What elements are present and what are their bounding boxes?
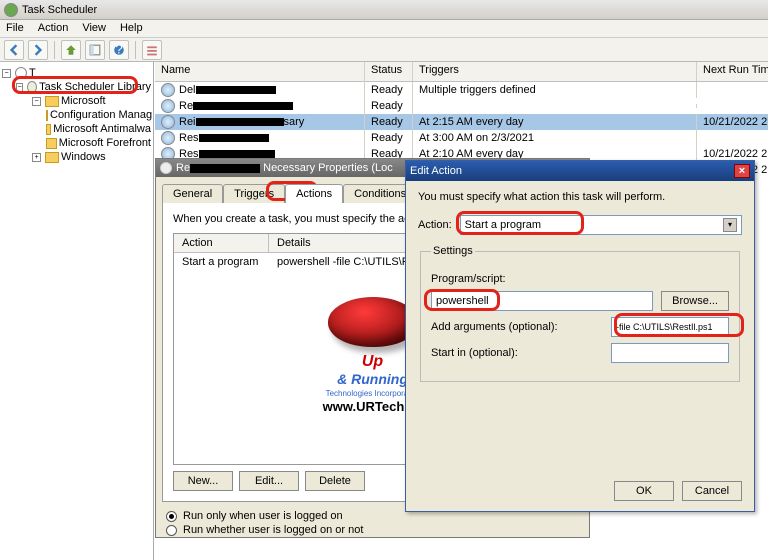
- tree-root[interactable]: − T: [2, 66, 151, 80]
- browse-button[interactable]: Browse...: [661, 291, 729, 311]
- action-combo[interactable]: Start a program▾: [460, 215, 742, 235]
- ok-button[interactable]: OK: [614, 481, 674, 501]
- folder-icon: [46, 110, 48, 121]
- startin-input[interactable]: [611, 343, 729, 363]
- folder-icon: [46, 138, 57, 149]
- task-icon: [161, 83, 175, 97]
- tab-triggers[interactable]: Triggers: [223, 184, 285, 203]
- program-input[interactable]: [431, 291, 653, 311]
- chevron-down-icon[interactable]: ▾: [723, 218, 737, 232]
- args-label: Add arguments (optional):: [431, 321, 558, 333]
- task-icon: [161, 115, 175, 129]
- radio-logged-on[interactable]: [166, 511, 177, 522]
- forward-button[interactable]: [28, 40, 48, 60]
- settings-group: Settings Program/script: Browse... Add a…: [420, 245, 740, 382]
- dialog-desc: You must specify what action this task w…: [418, 191, 665, 203]
- nav-tree[interactable]: − T − Task Scheduler Library − Microsoft …: [0, 62, 154, 560]
- task-icon: [160, 162, 172, 174]
- actions-col-action[interactable]: Action: [174, 234, 269, 252]
- menu-file[interactable]: File: [6, 22, 24, 35]
- menu-help[interactable]: Help: [120, 22, 143, 35]
- tree-library[interactable]: − Task Scheduler Library: [2, 80, 151, 94]
- edit-action-button[interactable]: Edit...: [239, 471, 299, 491]
- svg-text:?: ?: [115, 44, 122, 56]
- window-titlebar: Task Scheduler: [0, 0, 768, 20]
- program-label: Program/script:: [431, 273, 729, 285]
- grid-header: Name Status Triggers Next Run Time Las: [155, 62, 768, 82]
- new-action-button[interactable]: New...: [173, 471, 233, 491]
- col-name[interactable]: Name: [155, 62, 365, 81]
- col-status[interactable]: Status: [365, 62, 413, 81]
- folder-icon: [46, 124, 51, 135]
- col-nextrun[interactable]: Next Run Time: [697, 62, 768, 81]
- clock-icon: [15, 67, 27, 79]
- action-label: Action:: [418, 219, 452, 231]
- expand-icon[interactable]: −: [32, 97, 41, 106]
- tree-item[interactable]: +Windows: [2, 150, 151, 164]
- settings-legend: Settings: [431, 245, 475, 257]
- dialog-title: Edit Action: [410, 165, 462, 177]
- list-button[interactable]: [142, 40, 162, 60]
- menubar: File Action View Help: [0, 20, 768, 38]
- app-icon: [4, 3, 18, 17]
- col-triggers[interactable]: Triggers: [413, 62, 697, 81]
- task-icon: [161, 131, 175, 145]
- arguments-input[interactable]: [611, 317, 729, 337]
- delete-action-button[interactable]: Delete: [305, 471, 365, 491]
- menu-view[interactable]: View: [82, 22, 106, 35]
- tab-general[interactable]: General: [162, 184, 223, 203]
- help-button[interactable]: ?: [109, 40, 129, 60]
- close-button[interactable]: ×: [734, 164, 750, 178]
- tab-actions[interactable]: Actions: [285, 184, 343, 203]
- library-icon: [27, 81, 37, 93]
- mouse-icon: [328, 297, 418, 347]
- folder-icon: [45, 96, 59, 107]
- edit-action-dialog[interactable]: Edit Action × You must specify what acti…: [405, 160, 755, 512]
- up-button[interactable]: [61, 40, 81, 60]
- expand-icon[interactable]: −: [2, 69, 11, 78]
- toolbar: ?: [0, 38, 768, 62]
- panel-button[interactable]: [85, 40, 105, 60]
- startin-label: Start in (optional):: [431, 347, 518, 359]
- security-options: Run only when user is logged on Run whet…: [166, 510, 589, 536]
- menu-action[interactable]: Action: [38, 22, 69, 35]
- expand-icon[interactable]: −: [16, 83, 23, 92]
- window-title: Task Scheduler: [22, 4, 97, 16]
- tree-item[interactable]: −Microsoft: [2, 94, 151, 108]
- cancel-button[interactable]: Cancel: [682, 481, 742, 501]
- dialog-titlebar[interactable]: Edit Action ×: [406, 161, 754, 181]
- tree-item[interactable]: Microsoft Antimalwa: [2, 122, 151, 136]
- task-row[interactable]: Del ReadyMultiple triggers defined10/2: [155, 82, 768, 98]
- back-button[interactable]: [4, 40, 24, 60]
- task-row[interactable]: Res ReadyAt 3:00 AM on 2/3/20212/3: [155, 130, 768, 146]
- tree-item[interactable]: Microsoft Forefront: [2, 136, 151, 150]
- expand-icon[interactable]: +: [32, 153, 41, 162]
- task-icon: [161, 99, 175, 113]
- tree-item[interactable]: Configuration Manag: [2, 108, 151, 122]
- folder-icon: [45, 152, 59, 163]
- task-row[interactable]: Re Ready: [155, 98, 768, 114]
- task-row-selected[interactable]: Reisary ReadyAt 2:15 AM every day10/21/2…: [155, 114, 768, 130]
- radio-any[interactable]: [166, 525, 177, 536]
